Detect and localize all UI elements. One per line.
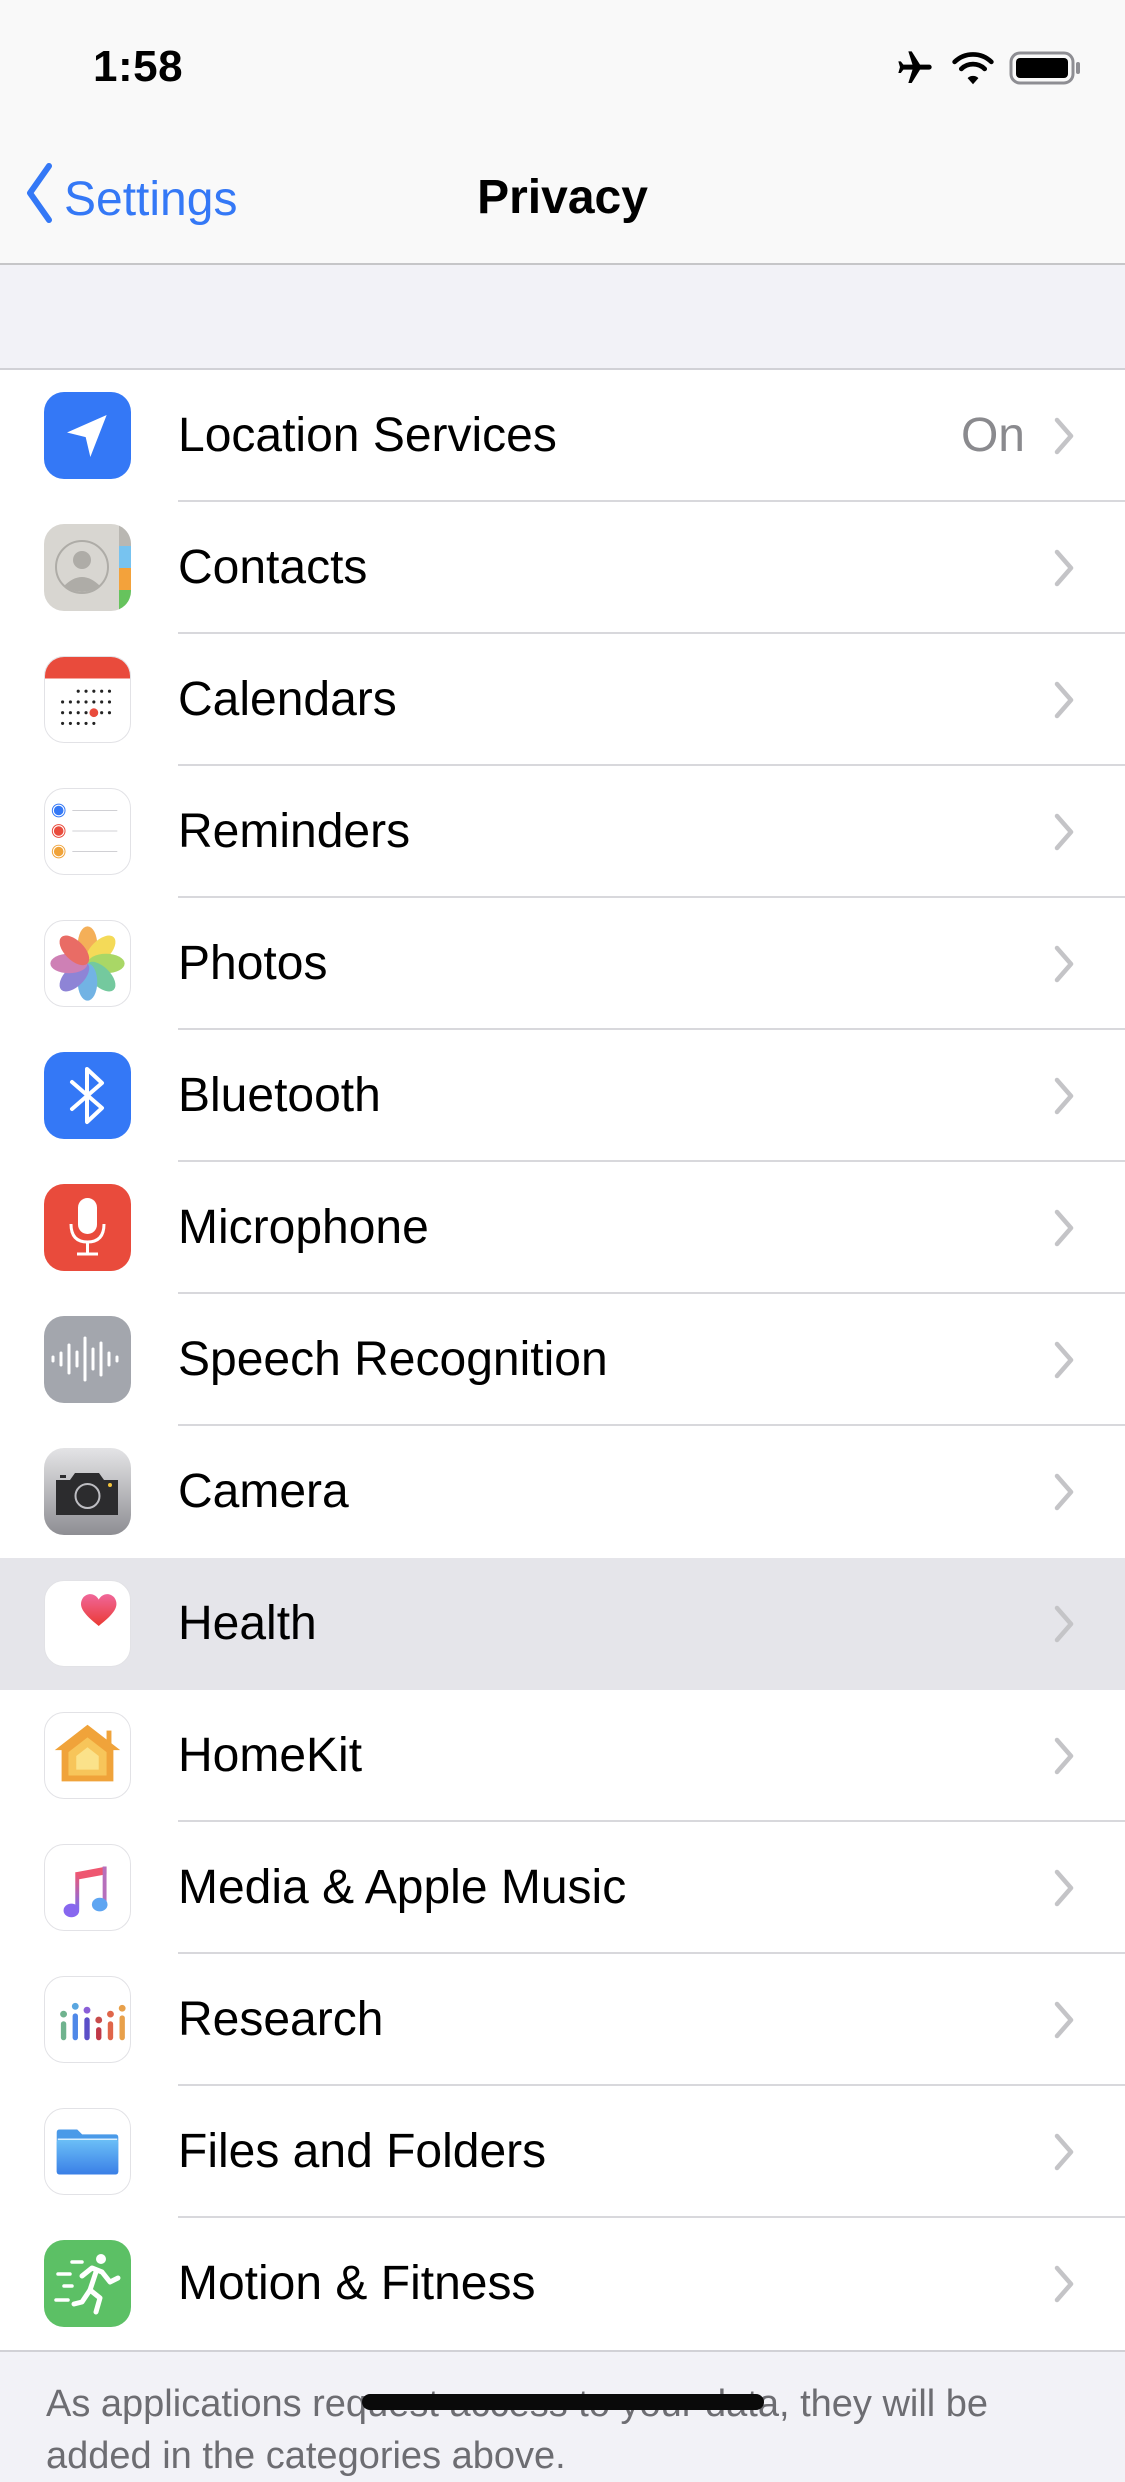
home-icon (44, 1712, 131, 1799)
list-item-microphone[interactable]: Microphone (0, 1162, 1125, 1294)
music-note-icon (44, 1844, 131, 1931)
list-item-label: Calendars (178, 673, 397, 726)
list-item-label: Motion & Fitness (178, 2257, 536, 2310)
list-item-label: Location Services (178, 409, 557, 462)
list-item-label: Files and Folders (178, 2125, 547, 2178)
camera-icon (44, 1448, 131, 1535)
home-indicator[interactable] (362, 2394, 764, 2410)
chevron-right-icon (1053, 548, 1075, 593)
photos-icon (44, 920, 131, 1007)
reminders-icon (44, 788, 131, 875)
status-icons (893, 48, 1083, 93)
microphone-icon (44, 1184, 131, 1271)
list-item-label: Research (178, 1993, 384, 2046)
chevron-right-icon (1053, 1472, 1075, 1517)
running-figure-icon (44, 2240, 131, 2327)
privacy-list: Location Services On Contacts Calendars … (0, 368, 1125, 2352)
heart-icon (44, 1580, 131, 1667)
location-arrow-icon (44, 392, 131, 479)
list-item-speech-recognition[interactable]: Speech Recognition (0, 1294, 1125, 1426)
section-gap (0, 265, 1125, 368)
chevron-right-icon (1053, 1208, 1075, 1253)
list-item-research[interactable]: Research (0, 1954, 1125, 2086)
list-item-label: Photos (178, 937, 328, 990)
chevron-right-icon (1053, 2132, 1075, 2177)
list-item-label: Media & Apple Music (178, 1861, 627, 1914)
list-item-calendars[interactable]: Calendars (0, 634, 1125, 766)
chevron-right-icon (1053, 1604, 1075, 1649)
list-item-media-apple-music[interactable]: Media & Apple Music (0, 1822, 1125, 1954)
chevron-right-icon (1053, 680, 1075, 725)
calendar-icon (44, 656, 131, 743)
list-item-bluetooth[interactable]: Bluetooth (0, 1030, 1125, 1162)
list-item-homekit[interactable]: HomeKit (0, 1690, 1125, 1822)
status-time: 1:58 (93, 42, 184, 91)
chevron-right-icon (1053, 416, 1075, 461)
chevron-right-icon (1053, 1340, 1075, 1385)
research-icon (44, 1976, 131, 2063)
page-title: Privacy (477, 171, 648, 224)
chevron-right-icon (1053, 812, 1075, 857)
bluetooth-icon (44, 1052, 131, 1139)
list-item-motion-fitness[interactable]: Motion & Fitness (0, 2218, 1125, 2350)
airplane-icon (893, 48, 937, 93)
folder-icon (44, 2108, 131, 2195)
list-item-label: Speech Recognition (178, 1333, 608, 1386)
list-item-contacts[interactable]: Contacts (0, 502, 1125, 634)
wifi-icon (951, 50, 995, 91)
list-item-location-services[interactable]: Location Services On (0, 370, 1125, 502)
chevron-right-icon (1053, 2000, 1075, 2045)
chevron-right-icon (1053, 1868, 1075, 1913)
list-item-camera[interactable]: Camera (0, 1426, 1125, 1558)
list-item-label: Bluetooth (178, 1069, 381, 1122)
list-item-label: Microphone (178, 1201, 429, 1254)
waveform-icon (44, 1316, 131, 1403)
list-item-photos[interactable]: Photos (0, 898, 1125, 1030)
list-item-health[interactable]: Health (0, 1558, 1125, 1690)
list-item-label: Health (178, 1597, 317, 1650)
navigation-bar: Settings Privacy (0, 140, 1125, 265)
chevron-right-icon (1053, 2264, 1075, 2309)
list-item-label: Reminders (178, 805, 411, 858)
status-bar: 1:58 (0, 0, 1125, 140)
chevron-right-icon (1053, 1736, 1075, 1781)
list-item-label: Camera (178, 1465, 349, 1518)
contacts-icon (44, 524, 131, 611)
chevron-right-icon (1053, 944, 1075, 989)
list-item-label: Contacts (178, 541, 368, 594)
chevron-right-icon (1053, 1076, 1075, 1121)
list-item-files-and-folders[interactable]: Files and Folders (0, 2086, 1125, 2218)
list-item-value: On (960, 409, 1025, 462)
list-item-label: HomeKit (178, 1729, 363, 1782)
list-item-reminders[interactable]: Reminders (0, 766, 1125, 898)
battery-icon (1009, 50, 1083, 91)
